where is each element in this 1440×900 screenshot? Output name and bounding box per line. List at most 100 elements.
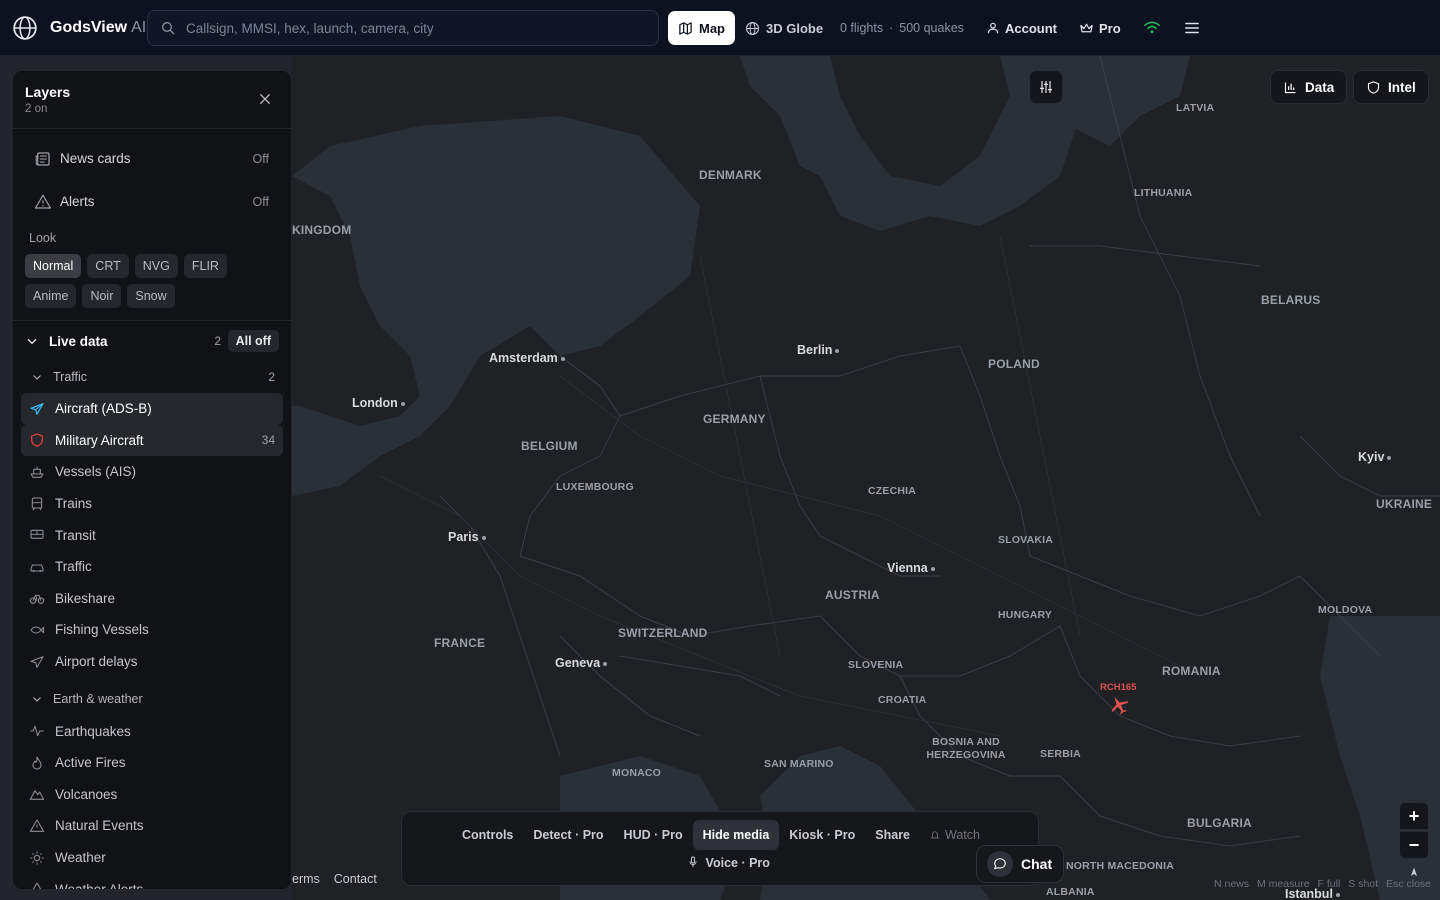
zoom-in-button[interactable]: + [1399,802,1429,830]
chat-bubble-icon [987,851,1013,877]
layer-natural-events[interactable]: Natural Events [21,810,283,842]
country-label: UKRAINE [1376,497,1433,511]
layer-weather[interactable]: Weather [21,842,283,874]
layer-transit[interactable]: Transit [21,519,283,551]
look-chip-flir[interactable]: FLIR [183,254,227,278]
country-label: SERBIA [1040,748,1081,760]
bike-icon [29,595,45,605]
brand[interactable]: GodsView AI [12,15,146,41]
top-bar: GodsView AI Map [0,0,1440,56]
view-toggle: Map 3D Globe [668,10,833,46]
contact-link[interactable]: Contact [334,872,377,886]
flame-icon [32,756,42,770]
layer-trains[interactable]: Trains [21,488,283,520]
layer-active-fires[interactable]: Active Fires [21,747,283,779]
military-aircraft-icon[interactable] [1108,694,1130,716]
layer-label: Natural Events [55,818,144,834]
brand-suffix: AI [131,18,147,36]
layer-military-aircraft[interactable]: Military Aircraft 34 [21,424,283,457]
live-data-label: Live data [49,333,108,349]
look-chip-snow[interactable]: Snow [127,284,175,308]
bus-icon [30,529,44,540]
map-filter-button[interactable] [1029,70,1063,104]
chevron-down-icon [33,697,41,703]
layer-earthquakes[interactable]: Earthquakes [21,715,283,747]
layers-subtitle: 2 on [25,103,48,115]
news-cards-toggle[interactable]: News cards Off [13,137,291,180]
wifi-icon[interactable] [1143,20,1161,36]
keyboard-shortcuts: N news M measure F full S shot Esc close [1214,878,1431,890]
controls-button[interactable]: Controls [452,820,523,850]
crown-icon [1080,23,1093,33]
sun-icon [30,850,44,865]
chat-button[interactable]: Chat [976,845,1064,883]
look-chip-nvg[interactable]: NVG [134,254,178,278]
country-label: FRANCE [434,636,486,650]
compass-icon[interactable] [1408,866,1420,878]
all-off-button[interactable]: All off [227,330,279,352]
layer-label: Aircraft (ADS-B) [55,401,152,417]
earth-weather-section[interactable]: Earth & weather [13,683,291,715]
zoom-out-button[interactable]: − [1399,831,1429,859]
kiosk-button[interactable]: Kiosk · Pro [779,820,865,850]
search-input[interactable] [186,20,626,36]
top-right-actions: Account Pro [986,0,1201,56]
layer-label: Volcanoes [55,786,118,802]
mountain-icon [29,790,45,801]
country-label: POLAND [988,357,1040,371]
layer-traffic[interactable]: Traffic [21,551,283,583]
watch-button[interactable]: Watch [920,820,990,850]
layer-bikeshare[interactable]: Bikeshare [21,583,283,615]
account-button[interactable]: Account [986,21,1057,36]
menu-icon[interactable] [1183,20,1201,36]
layer-label: Weather Alerts [55,881,144,890]
layer-weather-alerts[interactable]: Weather Alerts [21,873,283,890]
map-view-label: Map [699,20,725,36]
plane-delay-icon [30,655,44,668]
footer-links: erms Contact [292,872,377,886]
layer-label: Transit [55,527,96,543]
data-button[interactable]: Data [1270,70,1348,104]
city-label: Geneva [555,656,607,670]
pro-button[interactable]: Pro [1079,21,1121,36]
country-label: SLOVENIA [848,659,904,671]
shortcut-hint: S shot [1348,878,1379,890]
layer-fishing-vessels[interactable]: Fishing Vessels [21,614,283,646]
look-chip-normal[interactable]: Normal [25,254,82,278]
live-data-section[interactable]: Live data 2 All off [13,321,291,361]
country-label: KINGDOM [292,223,352,237]
look-chip-crt[interactable]: CRT [87,254,129,278]
country-label: BULGARIA [1187,816,1252,830]
map-view-button[interactable]: Map [668,11,735,45]
layer-volcanoes[interactable]: Volcanoes [21,779,283,811]
plane-icon [30,402,44,415]
layer-vessels-ais[interactable]: Vessels (AIS) [21,456,283,488]
layer-aircraft-adsb[interactable]: Aircraft (ADS-B) [21,393,283,425]
pulse-icon [30,725,44,737]
shield-icon [31,433,43,447]
layer-airport-delays[interactable]: Airport delays [21,646,283,678]
look-chip-anime[interactable]: Anime [25,284,77,308]
country-label: ALBANIA [1046,886,1095,898]
layers-header: Layers 2 on [13,71,291,129]
hud-button[interactable]: HUD · Pro [614,820,693,850]
intel-button[interactable]: Intel [1353,70,1429,104]
country-label: SWITZERLAND [618,626,708,640]
alerts-state: Off [252,194,269,209]
look-chip-noir[interactable]: Noir [82,284,122,308]
terms-link[interactable]: erms [292,872,320,886]
country-label: MOLDOVA [1318,604,1373,616]
close-icon[interactable] [257,91,273,107]
country-label: MONACO [612,767,662,779]
hide-media-button[interactable]: Hide media [692,820,780,850]
toolbar-buttons: Controls Detect · Pro HUD · Pro Hide med… [402,820,1040,850]
globe-view-button[interactable]: 3D Globe [735,11,833,45]
search-box[interactable] [147,10,659,46]
detect-button[interactable]: Detect · Pro [523,820,613,850]
voice-button[interactable]: Voice · Pro [402,856,1056,870]
country-label: SLOVAKIA [998,534,1054,546]
share-button[interactable]: Share [865,820,920,850]
layer-label: Earthquakes [55,723,131,739]
alerts-toggle[interactable]: Alerts Off [13,180,291,223]
traffic-section[interactable]: Traffic 2 [13,361,291,393]
